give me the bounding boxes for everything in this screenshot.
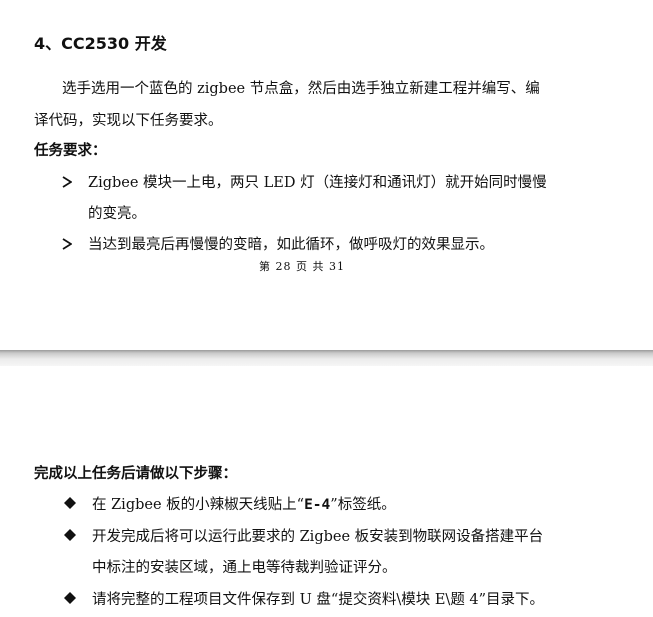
step-3: 请将完整的工程项目文件保存到 U 盘“提交资料\模块 E\题 4”目录下。	[92, 592, 545, 608]
diamond-bullet-icon	[64, 497, 76, 509]
diamond-bullet-icon	[64, 592, 76, 604]
page-separator	[0, 350, 653, 366]
task-bullet-1-line-1: Zigbee 模块一上电，两只 LED 灯（连接灯和通讯灯）就开始同时慢慢	[88, 175, 547, 191]
step-2-line-1: 开发完成后将可以运行此要求的 Zigbee 板安装到物联网设备搭建平台	[92, 529, 544, 545]
task-bullet-1-line-2: 的变亮。	[88, 206, 146, 222]
arrow-bullet-icon	[62, 238, 72, 250]
diamond-bullet-icon	[64, 529, 76, 541]
intro-paragraph-line-2: 译代码，实现以下任务要求。	[34, 113, 223, 129]
steps-label: 完成以上任务后请做以下步骤：	[34, 466, 237, 482]
arrow-bullet-icon	[62, 176, 72, 188]
intro-paragraph-line-1: 选手选用一个蓝色的 zigbee 节点盒，然后由选手独立新建工程并编写、编	[62, 81, 540, 97]
document-page-29: 完成以上任务后请做以下步骤： 在 Zigbee 板的小辣椒天线贴上“E-4”标签…	[0, 366, 653, 617]
step-1-suffix: ”标签纸。	[330, 497, 396, 513]
section-heading: 4、CC2530 开发	[34, 34, 167, 53]
task-requirements-label: 任务要求：	[34, 143, 107, 159]
task-bullet-2: 当达到最亮后再慢慢的变暗，如此循环，做呼吸灯的效果显示。	[88, 237, 494, 253]
document-page-28: 4、CC2530 开发 选手选用一个蓝色的 zigbee 节点盒，然后由选手独立…	[0, 0, 653, 350]
page-footer: 第 28 页 共 31	[259, 260, 345, 273]
step-1: 在 Zigbee 板的小辣椒天线贴上“E-4”标签纸。	[92, 493, 396, 514]
label-code: E-4	[304, 497, 331, 513]
step-2-line-2: 中标注的安装区域，通上电等待裁判验证评分。	[92, 560, 397, 576]
step-1-prefix: 在 Zigbee 板的小辣椒天线贴上“	[92, 497, 305, 513]
